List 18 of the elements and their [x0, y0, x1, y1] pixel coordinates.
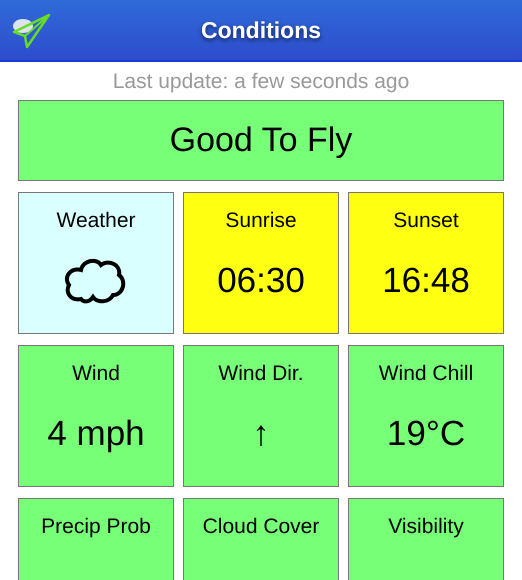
tile-label: Sunset [393, 209, 459, 233]
paper-plane-cloud-logo-icon [11, 12, 51, 50]
tile-label: Wind Dir. [218, 362, 304, 386]
fly-status-banner: Good To Fly [18, 100, 504, 181]
tile-label: Cloud Cover [202, 515, 320, 539]
last-update-text: Last update: a few seconds ago [112, 69, 410, 95]
screen-title: Conditions [200, 16, 322, 44]
tile-value: 19°C [386, 414, 466, 454]
tile-value: 4 mph [47, 414, 145, 454]
tile-label: Visibility [388, 515, 464, 539]
tile-label: Wind Chill [378, 362, 474, 386]
tile-label: Weather [56, 209, 136, 233]
tile-label: Sunrise [225, 209, 297, 233]
tile-value: ↑ [252, 414, 270, 454]
tile-value: 06:30 [217, 261, 305, 301]
tile-label: Precip Prob [41, 515, 151, 539]
tile-value: 16:48 [382, 261, 470, 301]
tile-label: Wind [72, 362, 120, 386]
